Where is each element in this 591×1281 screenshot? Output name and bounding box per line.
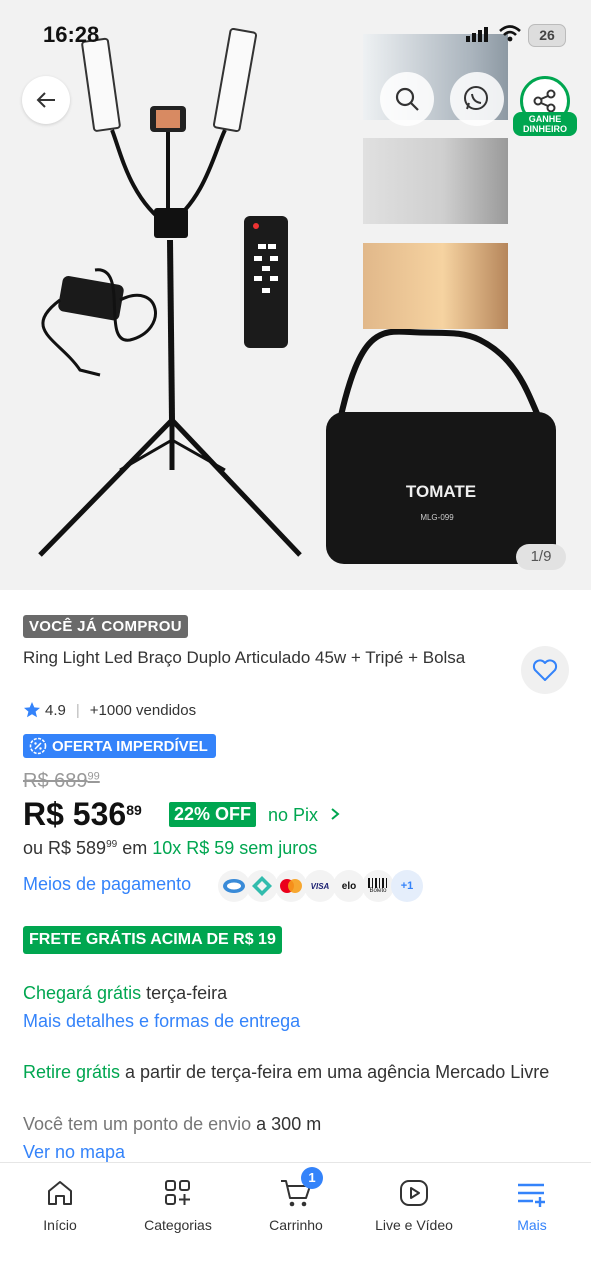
pix-label: no Pix (268, 805, 319, 825)
pickup-rest: a partir de terça-feira em uma agência M… (120, 1062, 550, 1082)
share-icon (533, 89, 556, 113)
deal-label: OFERTA IMPERDÍVEL (52, 737, 208, 755)
whatsapp-share-button[interactable] (450, 72, 504, 126)
thumb-warm-light (363, 243, 508, 329)
product-image-gallery[interactable]: TOMATE MLG-099 16:28 26 GANHE DINHEIRO 1… (0, 0, 591, 590)
svg-text:MLG-099: MLG-099 (420, 513, 454, 522)
arrival-green: Chegará grátis (23, 983, 142, 1003)
play-icon (400, 1180, 428, 1206)
status-bar: 16:28 26 (0, 0, 591, 60)
price-main: R$ 536 (23, 796, 127, 832)
purchased-badge: VOCÊ JÁ COMPROU (23, 615, 188, 638)
search-icon (395, 87, 419, 111)
view-map-link[interactable]: Ver no mapa (23, 1142, 125, 1163)
tab-more[interactable]: Mais (473, 1173, 591, 1233)
tab-live-label: Live e Vídeo (375, 1217, 453, 1233)
rating-row[interactable]: 4.9 | +1000 vendidos (23, 701, 196, 719)
more-payments-badge[interactable]: +1 (391, 870, 423, 902)
visa-icon: VISA (304, 870, 336, 902)
installments-row: ou R$ 58999 em 10x R$ 59 sem juros (23, 838, 317, 859)
shipping-point-distance: a 300 m (251, 1114, 322, 1134)
pix-icon (246, 870, 278, 902)
home-icon (48, 1181, 72, 1205)
elo-icon: elo (333, 870, 365, 902)
shipping-details-link[interactable]: Mais detalhes e formas de entrega (23, 1011, 300, 1032)
free-shipping-badge: FRETE GRÁTIS ACIMA DE R$ 19 (23, 926, 282, 954)
search-button[interactable] (380, 72, 434, 126)
earn-money-label: GANHE DINHEIRO (513, 112, 577, 136)
star-icon (24, 702, 40, 718)
status-time: 16:28 (43, 22, 100, 47)
boleto-icon: Boleto (362, 870, 394, 902)
tab-live-video[interactable]: Live e Vídeo (355, 1173, 473, 1233)
deal-badge: OFERTA IMPERDÍVEL (23, 734, 216, 758)
installment-price: ou R$ 589 (23, 838, 107, 858)
sold-count: +1000 vendidos (89, 701, 197, 719)
rating-value: 4.9 (45, 701, 66, 719)
thumb-neutral-light (363, 138, 508, 224)
tab-home[interactable]: Início (1, 1173, 119, 1233)
mastercard-icon (275, 870, 307, 902)
arrival-info: Chegará grátis terça-feira (23, 983, 227, 1004)
pix-link[interactable]: no Pix (268, 805, 341, 826)
product-title: Ring Light Led Braço Duplo Articulado 45… (23, 648, 466, 667)
boleto-label: Boleto (369, 888, 387, 894)
tab-home-label: Início (43, 1217, 77, 1233)
price-cents: 89 (126, 802, 142, 818)
image-pager: 1/9 (516, 544, 566, 570)
old-price-cents: 99 (87, 770, 100, 783)
old-price-main: R$ 689 (23, 770, 88, 792)
installment-cents: 99 (106, 839, 118, 850)
discount-icon (29, 737, 47, 755)
categories-icon (165, 1180, 190, 1205)
tab-cart-label: Carrinho (269, 1217, 323, 1233)
arrow-left-icon (36, 92, 55, 108)
menu-icon (518, 1183, 545, 1207)
tab-categories-label: Categorias (144, 1217, 212, 1233)
old-price: R$ 68999 (23, 770, 100, 793)
chevron-right-icon (331, 808, 340, 820)
heart-icon (532, 659, 558, 681)
arrival-day: terça-feira (141, 983, 228, 1003)
pickup-green: Retire grátis (23, 1062, 121, 1082)
tab-categories[interactable]: Categorias (119, 1173, 237, 1233)
bottom-tab-bar: Início Categorias 1 Carrinho Live e Víde… (0, 1162, 591, 1281)
signal-icon (466, 27, 488, 42)
whatsapp-icon (464, 86, 488, 110)
shipping-point-info: Você tem um ponto de envio a 300 m (23, 1114, 321, 1135)
shipping-point-label: Você tem um ponto de envio (23, 1114, 252, 1134)
pickup-info: Retire grátis a partir de terça-feira em… (23, 1059, 568, 1085)
divider: | (75, 701, 80, 719)
current-price: R$ 53689 (23, 796, 142, 833)
favorite-button[interactable] (521, 646, 569, 694)
svg-text:TOMATE: TOMATE (406, 482, 476, 501)
installment-plan: 10x R$ 59 sem juros (152, 838, 318, 858)
payment-methods-link[interactable]: Meios de pagamento (23, 874, 191, 895)
battery-indicator: 26 (528, 24, 566, 47)
tab-cart[interactable]: 1 Carrinho (237, 1167, 355, 1233)
back-button[interactable] (22, 76, 70, 124)
cart-count-badge: 1 (301, 1167, 323, 1189)
discount-badge: 22% OFF (169, 802, 257, 827)
installment-in: em (117, 838, 153, 858)
wifi-icon (499, 25, 521, 42)
tab-more-label: Mais (517, 1217, 547, 1233)
